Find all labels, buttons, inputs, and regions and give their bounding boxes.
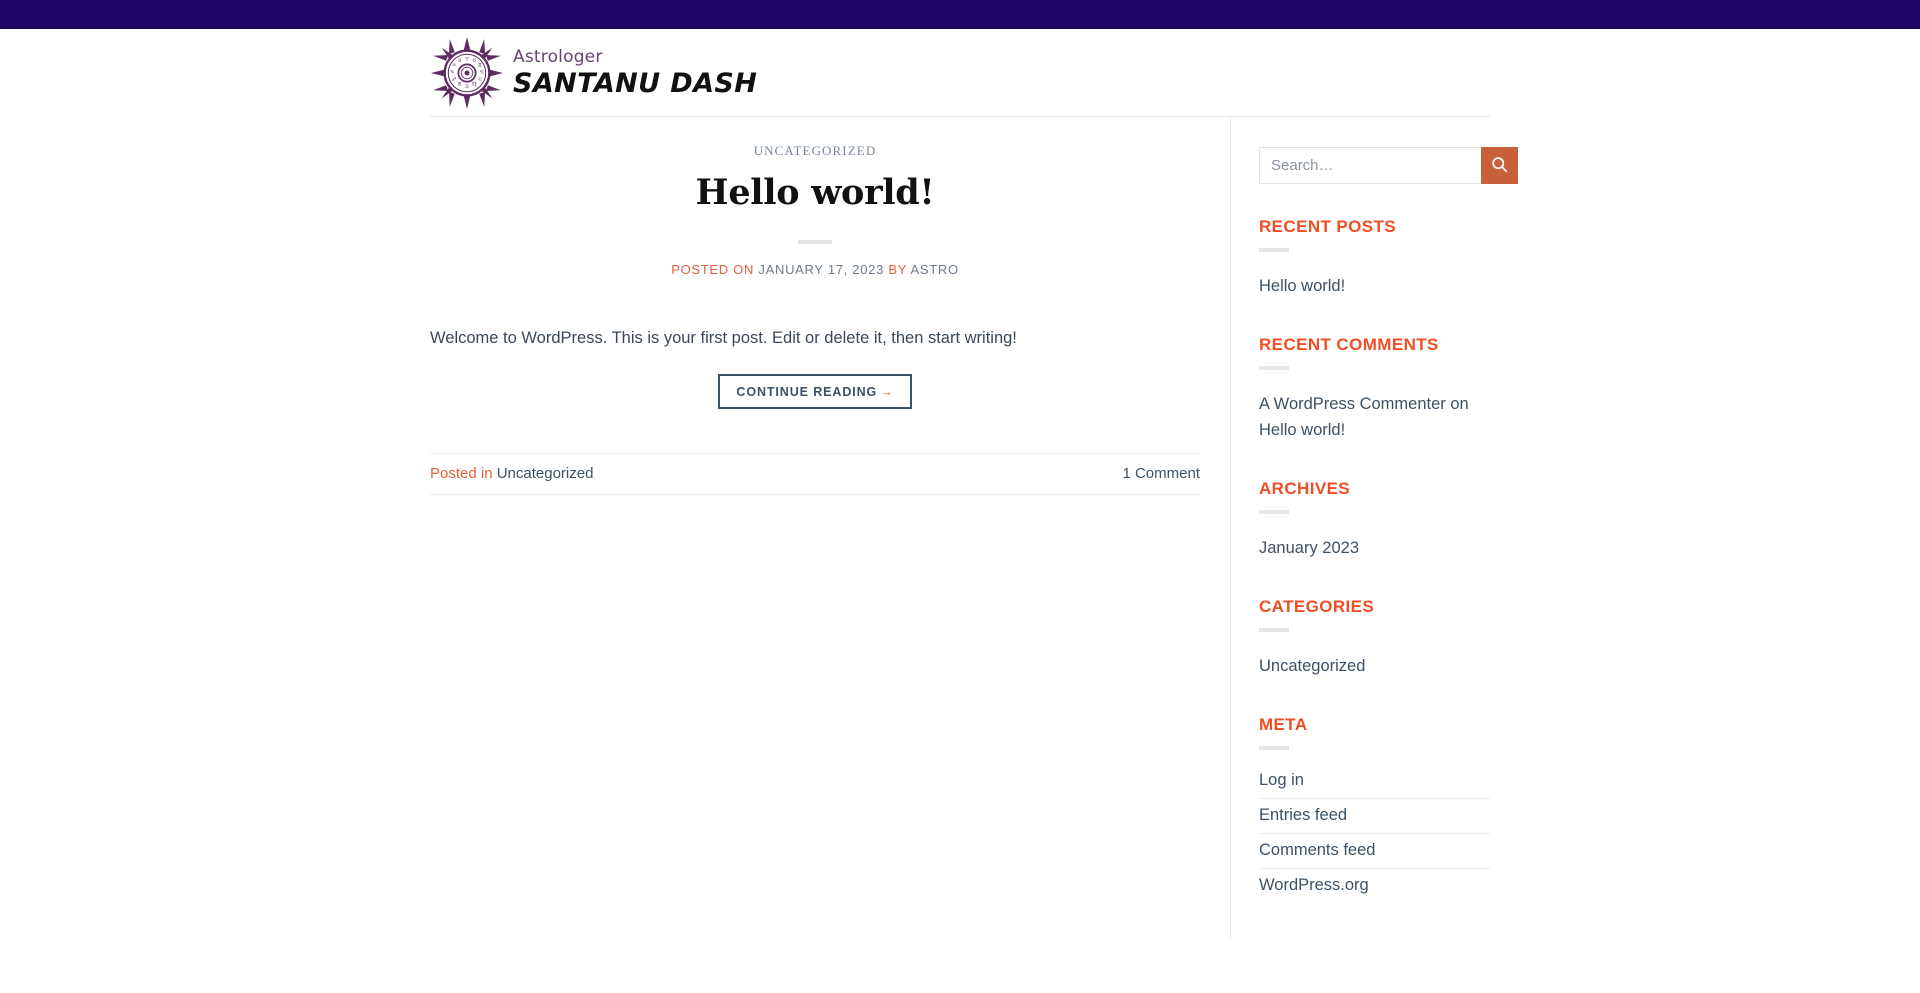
top-bar bbox=[0, 0, 1920, 29]
title-divider bbox=[798, 240, 832, 244]
svg-text:♊: ♊ bbox=[478, 62, 483, 68]
site-logo-link[interactable]: ♈ ♉ ♊ ♋ ♌ ♍ ♎ ♏ ♐ ♑ ♒ ♓ Astrologer SANTA… bbox=[431, 36, 758, 109]
continue-reading-label: CONTINUE READING bbox=[736, 385, 878, 400]
svg-text:♑: ♑ bbox=[450, 69, 455, 75]
svg-text:♒: ♒ bbox=[452, 62, 457, 68]
search-submit-button[interactable] bbox=[1481, 147, 1518, 184]
widget-meta: META Log in Entries feed Comments feed W… bbox=[1259, 715, 1490, 903]
svg-text:♈: ♈ bbox=[465, 56, 470, 62]
posted-in-category-link[interactable]: Uncategorized bbox=[497, 465, 594, 482]
svg-text:♎: ♎ bbox=[465, 83, 470, 89]
site-header: ♈ ♉ ♊ ♋ ♌ ♍ ♎ ♏ ♐ ♑ ♒ ♓ Astrologer SANTA… bbox=[430, 29, 1490, 117]
widget-title: META bbox=[1259, 714, 1308, 734]
list-item: Entries feed bbox=[1259, 799, 1490, 834]
search-input[interactable] bbox=[1259, 147, 1481, 184]
widget-body: A WordPress Commenter on Hello world! bbox=[1259, 391, 1490, 444]
meta-wordpress-org-link[interactable]: WordPress.org bbox=[1259, 876, 1369, 894]
comment-post-link[interactable]: Hello world! bbox=[1259, 421, 1345, 439]
comment-on-label: on bbox=[1450, 394, 1469, 413]
widget-title-divider bbox=[1259, 510, 1289, 515]
search-icon bbox=[1491, 156, 1508, 176]
arrow-right-icon: → bbox=[880, 385, 894, 400]
category-link[interactable]: Uncategorized bbox=[1259, 653, 1490, 680]
comment-list-item: A WordPress Commenter on Hello world! bbox=[1259, 391, 1490, 444]
widget-title-divider bbox=[1259, 248, 1289, 252]
widget-recent-comments: RECENT COMMENTS A WordPress Commenter on… bbox=[1259, 335, 1490, 444]
continue-reading-button[interactable]: CONTINUE READING → bbox=[718, 374, 912, 410]
widget-title: RECENT POSTS bbox=[1259, 217, 1397, 236]
widget-title-divider bbox=[1259, 627, 1289, 632]
widget-title-divider bbox=[1259, 365, 1289, 370]
list-item: WordPress.org bbox=[1259, 869, 1490, 903]
widget-categories: CATEGORIES Uncategorized bbox=[1259, 597, 1490, 680]
brand-subtitle: Astrologer bbox=[513, 46, 603, 67]
widget-body: January 2023 bbox=[1259, 535, 1490, 562]
post-footer-meta: Posted in Uncategorized 1 Comment bbox=[430, 453, 1200, 496]
svg-text:♉: ♉ bbox=[472, 57, 477, 63]
read-more-wrapper: CONTINUE READING → bbox=[430, 374, 1200, 410]
meta-link-list: Log in Entries feed Comments feed WordPr… bbox=[1259, 771, 1490, 903]
posted-in-group: Posted in Uncategorized bbox=[430, 465, 593, 482]
post-excerpt: Welcome to WordPress. This is your first… bbox=[430, 329, 1017, 347]
svg-text:♋: ♋ bbox=[480, 69, 485, 75]
list-item: Log in bbox=[1259, 771, 1490, 799]
post-article: UNCATEGORIZED Hello world! POSTED ON JAN… bbox=[430, 143, 1200, 496]
widget-body: Uncategorized bbox=[1259, 653, 1490, 680]
content-columns: UNCATEGORIZED Hello world! POSTED ON JAN… bbox=[430, 117, 1518, 938]
posted-on-label: POSTED ON bbox=[671, 262, 755, 277]
post-meta: POSTED ON JANUARY 17, 2023 BY ASTRO bbox=[430, 262, 1200, 277]
sidebar: RECENT POSTS Hello world! RECENT COMMENT… bbox=[1231, 143, 1518, 938]
meta-login-link[interactable]: Log in bbox=[1259, 771, 1304, 789]
meta-entries-feed-link[interactable]: Entries feed bbox=[1259, 806, 1347, 824]
main-content: UNCATEGORIZED Hello world! POSTED ON JAN… bbox=[430, 143, 1230, 496]
svg-text:♍: ♍ bbox=[472, 81, 477, 87]
widget-title: CATEGORIES bbox=[1259, 596, 1375, 616]
post-category-label[interactable]: UNCATEGORIZED bbox=[430, 143, 1200, 159]
zodiac-sun-icon: ♈ ♉ ♊ ♋ ♌ ♍ ♎ ♏ ♐ ♑ ♒ ♓ bbox=[431, 36, 503, 109]
widget-title-divider bbox=[1259, 745, 1289, 750]
post-title[interactable]: Hello world! bbox=[430, 172, 1200, 213]
svg-text:♏: ♏ bbox=[458, 81, 463, 87]
posted-in-label: Posted in bbox=[430, 465, 493, 483]
meta-comments-feed-link[interactable]: Comments feed bbox=[1259, 841, 1375, 859]
widget-title: ARCHIVES bbox=[1259, 479, 1351, 499]
widget-title: RECENT COMMENTS bbox=[1259, 334, 1439, 354]
svg-text:♓: ♓ bbox=[458, 57, 463, 63]
post-date[interactable]: JANUARY 17, 2023 bbox=[758, 262, 884, 277]
widget-recent-posts: RECENT POSTS Hello world! bbox=[1259, 217, 1490, 300]
comment-author: A WordPress Commenter bbox=[1259, 394, 1446, 413]
brand-text: Astrologer SANTANU DASH bbox=[513, 46, 758, 99]
widget-body: Hello world! bbox=[1259, 273, 1490, 300]
by-label: BY bbox=[888, 262, 907, 277]
post-author[interactable]: ASTRO bbox=[910, 262, 958, 277]
recent-post-link[interactable]: Hello world! bbox=[1259, 273, 1490, 300]
page-wrapper: ♈ ♉ ♊ ♋ ♌ ♍ ♎ ♏ ♐ ♑ ♒ ♓ Astrologer SANTA… bbox=[430, 29, 1518, 938]
brand-title: SANTANU DASH bbox=[513, 67, 758, 99]
archive-link[interactable]: January 2023 bbox=[1259, 535, 1490, 562]
comment-count-link[interactable]: 1 Comment bbox=[1122, 465, 1200, 482]
svg-text:♌: ♌ bbox=[478, 76, 483, 82]
search-form bbox=[1259, 147, 1518, 184]
svg-text:♐: ♐ bbox=[452, 76, 457, 82]
list-item: Comments feed bbox=[1259, 834, 1490, 869]
widget-body: Log in Entries feed Comments feed WordPr… bbox=[1259, 771, 1490, 903]
widget-archives: ARCHIVES January 2023 bbox=[1259, 479, 1490, 562]
